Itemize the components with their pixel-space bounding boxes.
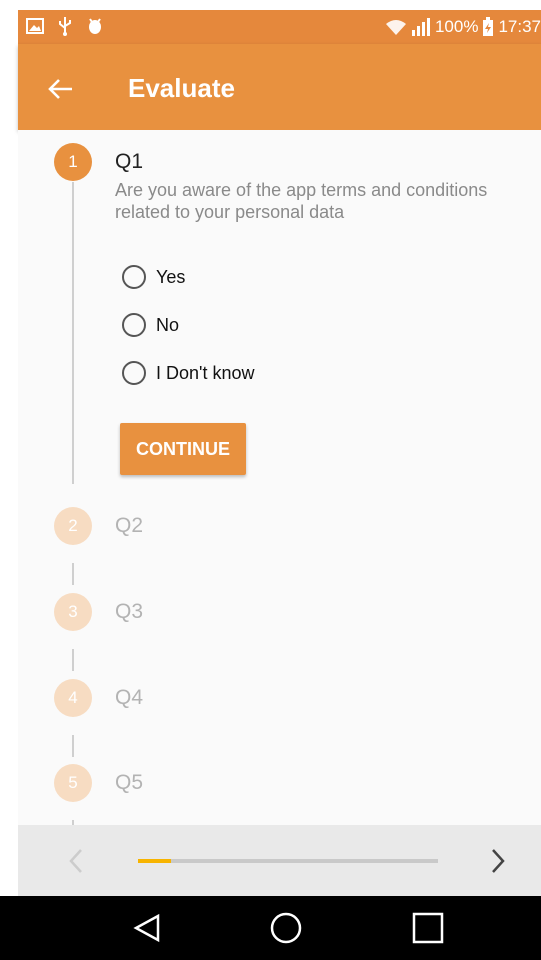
clock: 17:37	[498, 17, 541, 36]
page-title: Evaluate	[128, 73, 235, 103]
step-2-circle: 2	[54, 507, 92, 545]
home-circle-icon[interactable]	[268, 910, 304, 946]
radio-button[interactable]	[122, 313, 146, 337]
step-connector-line	[72, 563, 74, 585]
progress-bar	[138, 859, 438, 863]
step-connector-line	[72, 182, 74, 484]
battery-percent: 100%	[434, 17, 479, 36]
option-no[interactable]: No	[122, 310, 179, 340]
option-label: I Don't know	[156, 362, 255, 383]
back-triangle-icon[interactable]	[130, 910, 166, 946]
wifi-icon	[385, 20, 406, 35]
step-1-circle: 1	[54, 143, 92, 181]
step-5-circle: 5	[54, 764, 92, 802]
radio-button[interactable]	[122, 265, 146, 289]
option-label: No	[156, 314, 180, 335]
signal-icon	[411, 18, 430, 36]
option-yes[interactable]: Yes	[122, 262, 185, 292]
step-3-title[interactable]: Q3	[115, 600, 143, 624]
step-4-circle: 4	[54, 679, 92, 717]
radio-button[interactable]	[122, 361, 146, 385]
step-3-circle: 3	[54, 593, 92, 631]
option-dont-know[interactable]: I Don't know	[122, 358, 254, 388]
app-bar: Evaluate	[18, 44, 541, 130]
image-icon	[26, 18, 44, 34]
progress-fill	[138, 859, 171, 863]
step-4-title[interactable]: Q4	[115, 686, 143, 710]
android-debug-icon	[89, 18, 101, 34]
battery-charging-icon	[483, 17, 494, 36]
continue-button[interactable]: CONTINUE	[120, 423, 246, 475]
step-connector-line	[72, 735, 74, 757]
step-2-title[interactable]: Q2	[115, 514, 143, 538]
step-1-title[interactable]: Q1	[115, 150, 143, 174]
system-navigation-bar	[0, 896, 541, 960]
usb-icon	[59, 17, 71, 36]
recents-square-icon[interactable]	[410, 910, 446, 946]
arrow-left-icon[interactable]	[46, 74, 76, 104]
step-navigation-bar	[18, 825, 541, 896]
chevron-left-icon[interactable]	[66, 847, 86, 875]
stepper: 1 Q1 Are you aware of the app terms and …	[18, 130, 541, 825]
status-bar: 100% 17:37	[18, 10, 541, 44]
chevron-right-icon[interactable]	[488, 847, 508, 875]
step-connector-line	[72, 649, 74, 671]
option-label: Yes	[156, 266, 186, 287]
question-text: Are you aware of the app terms and condi…	[115, 180, 488, 222]
step-5-title[interactable]: Q5	[115, 771, 143, 795]
